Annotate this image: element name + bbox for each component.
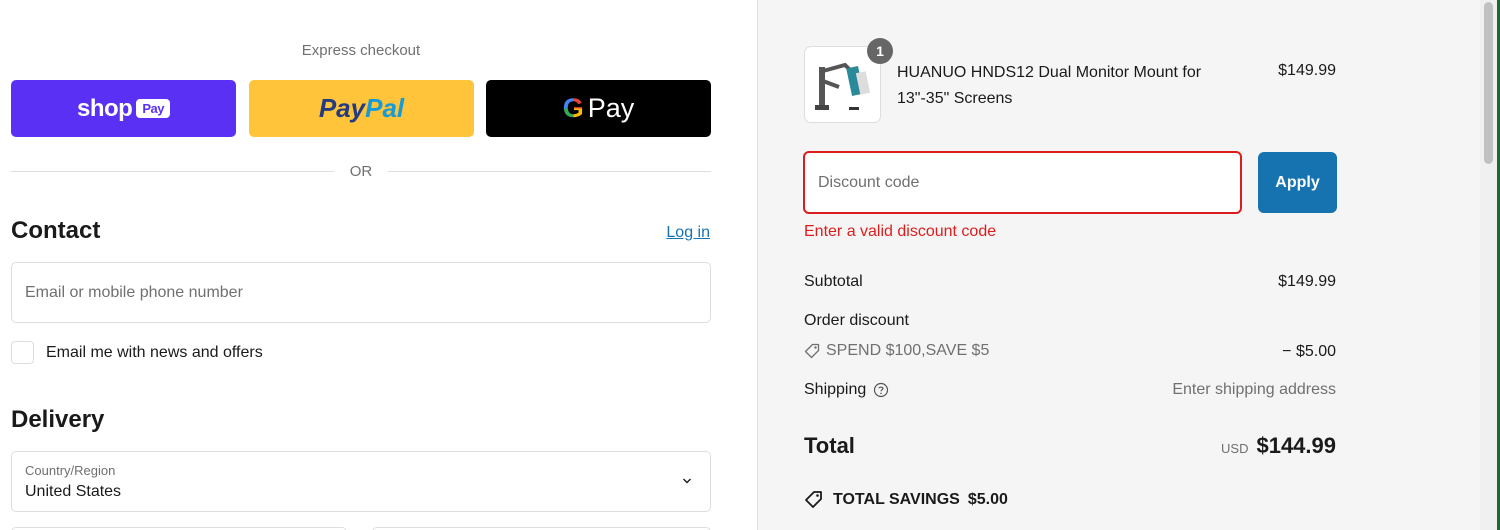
savings-tag-icon xyxy=(805,491,822,508)
divider-line xyxy=(11,170,334,172)
discount-tag: SPEND $100,SAVE $5 xyxy=(804,342,989,360)
checkout-page: Express checkout shop Pay PayPal G Pay O… xyxy=(0,0,1500,530)
product-price: $149.99 xyxy=(1278,62,1336,79)
paypal-logo-part1: Pay xyxy=(318,93,366,123)
or-divider: OR xyxy=(11,160,711,182)
shipping-value: Enter shipping address xyxy=(1172,381,1336,398)
country-select[interactable]: Country/Region United States xyxy=(11,451,711,512)
shipping-label: Shipping xyxy=(804,381,867,398)
delivery-title: Delivery xyxy=(11,406,105,433)
product-thumbnail: 1 xyxy=(804,38,893,123)
shop-pay-word: shop xyxy=(77,94,133,122)
scrollbar[interactable] xyxy=(1480,0,1497,530)
country-value: United States xyxy=(25,483,122,500)
paypal-logo-part2: Pal xyxy=(365,93,405,123)
divider-line xyxy=(388,170,711,172)
email-input[interactable] xyxy=(12,263,710,322)
google-pay-word: Pay xyxy=(587,93,635,123)
newsletter-label: Email me with news and offers xyxy=(46,343,263,361)
total-value: $144.99 xyxy=(1256,433,1336,458)
login-link[interactable]: Log in xyxy=(666,224,710,242)
total-savings: TOTAL SAVINGS $5.00 xyxy=(804,490,1008,509)
shop-pay-badge: Pay xyxy=(136,99,170,118)
discount-error: Enter a valid discount code xyxy=(804,223,997,240)
express-checkout-title: Express checkout xyxy=(301,42,421,59)
chevron-down-icon xyxy=(683,478,691,484)
email-field[interactable] xyxy=(11,262,711,323)
order-discount-label: Order discount xyxy=(804,312,909,329)
quantity-badge: 1 xyxy=(867,38,893,64)
total-label: Total xyxy=(804,433,855,458)
savings-label: TOTAL SAVINGS xyxy=(833,490,960,508)
discount-field[interactable] xyxy=(803,151,1242,214)
subtotal-label: Subtotal xyxy=(804,273,863,290)
shipping-label-row: Shipping xyxy=(804,381,889,399)
currency-code: USD xyxy=(1221,441,1249,456)
contact-title: Contact xyxy=(11,217,101,244)
paypal-logo: PayPal xyxy=(319,93,404,124)
order-summary-column: 1 HUANUO HNDS12 Dual Monitor Mount for 1… xyxy=(757,0,1480,530)
savings-value: $5.00 xyxy=(967,490,1008,508)
discount-amount: − $5.00 xyxy=(1282,343,1336,360)
or-text: OR xyxy=(349,162,373,180)
shop-pay-logo: shop Pay xyxy=(77,95,170,123)
discount-name: SPEND $100,SAVE $5 xyxy=(826,342,990,359)
newsletter-checkbox-row[interactable]: Email me with news and offers xyxy=(11,341,263,364)
discount-input[interactable] xyxy=(805,153,1240,212)
shop-pay-button[interactable]: shop Pay xyxy=(11,80,236,137)
tag-icon xyxy=(804,343,820,359)
newsletter-checkbox[interactable] xyxy=(11,341,34,364)
apply-button[interactable]: Apply xyxy=(1258,152,1337,213)
google-pay-logo: G Pay xyxy=(563,93,635,124)
subtotal-value: $149.99 xyxy=(1278,273,1336,290)
help-icon[interactable] xyxy=(873,382,889,398)
google-g-icon: G xyxy=(562,93,584,123)
google-pay-button[interactable]: G Pay xyxy=(486,80,711,137)
product-name: HUANUO HNDS12 Dual Monitor Mount for 13"… xyxy=(897,64,1202,107)
total-amount: USD $144.99 xyxy=(1221,433,1336,459)
checkout-form-column: Express checkout shop Pay PayPal G Pay O… xyxy=(0,0,757,530)
paypal-button[interactable]: PayPal xyxy=(249,80,474,137)
country-label: Country/Region xyxy=(25,463,116,478)
scrollbar-thumb[interactable] xyxy=(1484,2,1493,164)
